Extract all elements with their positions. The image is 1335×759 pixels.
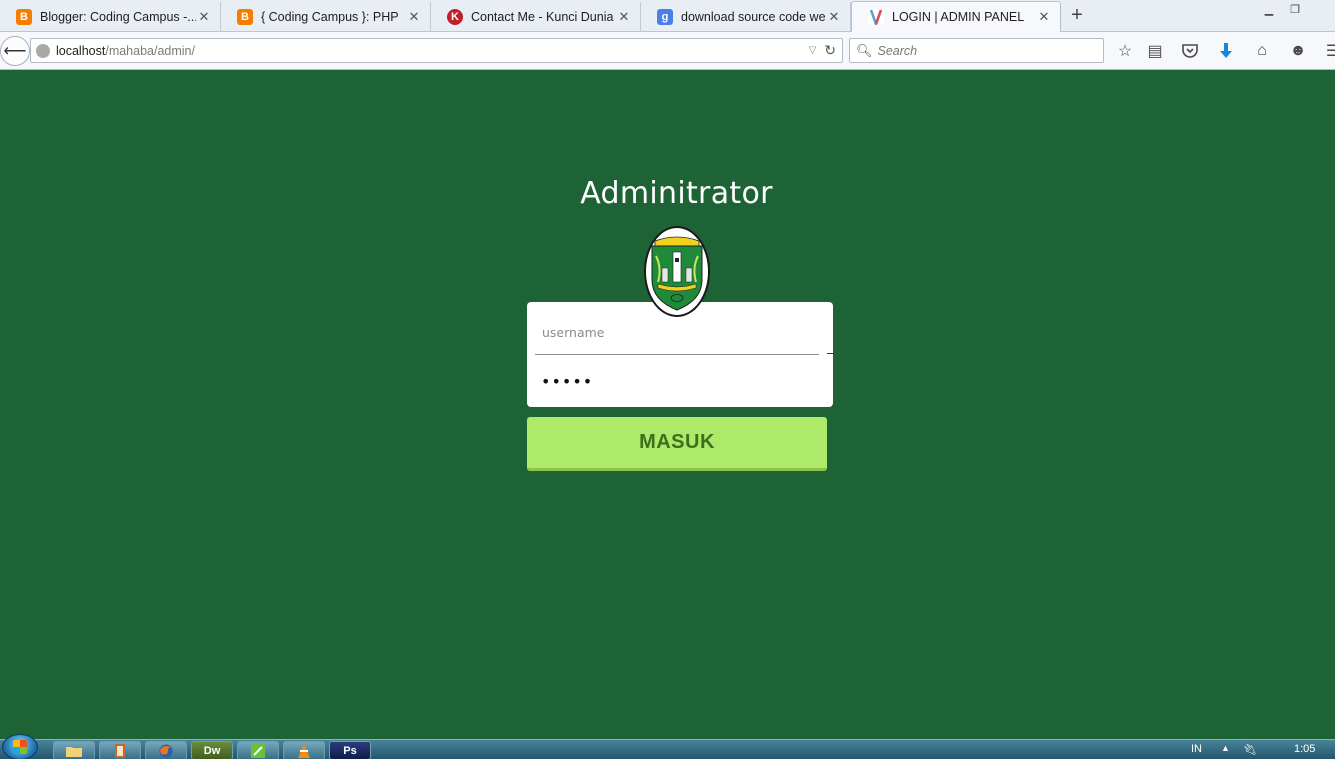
address-bar[interactable]: localhost/mahaba/admin/ ▽ ↻: [30, 38, 843, 63]
file-explorer-icon[interactable]: [53, 741, 95, 759]
show-hidden-icons-icon[interactable]: ▲: [1221, 743, 1230, 753]
close-icon[interactable]: ✕: [406, 9, 422, 25]
reading-list-icon[interactable]: ▤: [1144, 40, 1166, 62]
minimize-button[interactable]: ▁: [1257, 0, 1281, 18]
power-plug-icon[interactable]: 🔌︎: [1243, 743, 1257, 756]
emblem-logo: [644, 226, 710, 317]
navigation-toolbar: ⟵ localhost/mahaba/admin/ ▽ ↻ 🔍︎ ☆ ▤ ⌂ ☻…: [0, 32, 1335, 70]
photoshop-icon[interactable]: Ps: [329, 741, 371, 759]
close-icon[interactable]: ✕: [826, 9, 842, 25]
page-favicon: [868, 9, 884, 25]
dreamweaver-icon[interactable]: Dw: [191, 741, 233, 759]
password-input[interactable]: [535, 360, 819, 402]
app-icon[interactable]: [237, 741, 279, 759]
tab-coding-campus[interactable]: B { Coding Campus }: PHP ✕: [221, 2, 431, 32]
search-icon: 🔍︎: [856, 42, 873, 58]
windows-taskbar: Dw Ps IN ▲ 🔌︎ 1:05: [0, 734, 1335, 759]
tab-title: LOGIN | ADMIN PANEL: [892, 10, 1025, 24]
new-tab-button[interactable]: +: [1066, 4, 1088, 28]
tab-title: Contact Me - Kunci Dunia: [471, 10, 614, 24]
tab-contact-me[interactable]: K Contact Me - Kunci Dunia ✕: [431, 2, 641, 32]
tab-blogger[interactable]: B Blogger: Coding Campus -... ✕: [0, 2, 221, 32]
google-icon: g: [657, 9, 673, 25]
restore-button[interactable]: ❐: [1283, 0, 1307, 18]
language-indicator[interactable]: IN: [1191, 743, 1202, 755]
pocket-icon[interactable]: [1179, 40, 1201, 62]
close-icon[interactable]: ✕: [616, 9, 632, 25]
tab-title: download source code we...: [681, 10, 826, 24]
globe-icon: [36, 43, 50, 58]
divider-mark: [827, 353, 834, 354]
search-bar[interactable]: 🔍︎: [849, 38, 1104, 63]
bookmark-star-icon[interactable]: ☆: [1114, 40, 1136, 62]
url-path: /mahaba/admin/: [105, 43, 195, 58]
arrow-left-icon: ⟵: [3, 43, 27, 60]
page-title: Adminitrator: [580, 176, 773, 211]
windows-logo-icon: [13, 740, 27, 754]
url-host: localhost: [56, 43, 106, 58]
clock[interactable]: 1:05: [1294, 743, 1315, 755]
vlc-icon[interactable]: [283, 741, 325, 759]
home-icon[interactable]: ⌂: [1251, 40, 1273, 62]
close-icon[interactable]: ✕: [1036, 9, 1052, 25]
menu-icon[interactable]: ☰: [1322, 40, 1335, 62]
firefox-icon[interactable]: [145, 741, 187, 759]
blogger-icon: B: [237, 9, 253, 25]
tab-login-admin-panel[interactable]: LOGIN | ADMIN PANEL ✕: [851, 1, 1061, 32]
tab-google-search[interactable]: g download source code we... ✕: [641, 2, 851, 32]
tab-title: Blogger: Coding Campus -...: [40, 10, 196, 24]
browser-tab-strip: B Blogger: Coding Campus -... ✕ B { Codi…: [0, 0, 1335, 32]
reload-icon[interactable]: ↻: [824, 42, 836, 59]
search-input[interactable]: [877, 43, 1098, 58]
history-dropdown-icon[interactable]: ▽: [809, 45, 817, 56]
download-arrow-icon[interactable]: [1215, 40, 1237, 62]
back-button[interactable]: ⟵: [0, 36, 30, 66]
site-favicon: K: [447, 9, 463, 25]
url-text[interactable]: localhost/mahaba/admin/: [56, 44, 809, 58]
blogger-icon: B: [16, 9, 32, 25]
login-submit-button[interactable]: MASUK: [527, 417, 827, 471]
media-player-icon[interactable]: [99, 741, 141, 759]
start-button[interactable]: [2, 734, 38, 759]
login-form: [527, 302, 833, 407]
hello-chat-icon[interactable]: ☻: [1287, 40, 1309, 62]
close-icon[interactable]: ✕: [196, 9, 212, 25]
tab-title: { Coding Campus }: PHP: [261, 10, 399, 24]
